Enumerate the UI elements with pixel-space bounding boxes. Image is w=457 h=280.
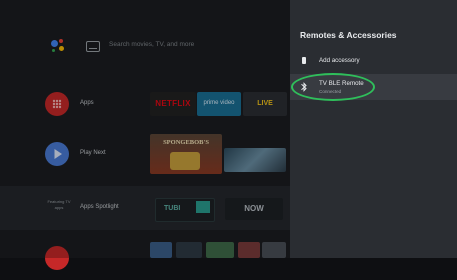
play-next-row-label: Play Next — [80, 150, 106, 156]
bottom-tile-5[interactable] — [262, 242, 286, 258]
apps-spotlight-row-label: Apps Spotlight — [80, 204, 119, 210]
play-next-tile-2[interactable] — [224, 148, 286, 172]
spongebob-title: SPONGEBOB'S — [163, 139, 209, 146]
netflix-tile[interactable]: NETFLIX — [150, 92, 196, 116]
tubi-logo: TUBI — [164, 205, 181, 212]
apps-spotlight-row: Featuring TV apps Apps Spotlight TUBI NO… — [0, 186, 290, 230]
google-assistant-icon[interactable] — [50, 38, 66, 54]
search-bar[interactable]: Search movies, TV, and more — [8, 26, 290, 68]
bottom-tile-1[interactable] — [150, 242, 172, 258]
play-next-row: Play Next SPONGEBOB'S — [0, 132, 290, 176]
apps-spotlight-icon-text: Featuring TV apps — [47, 199, 71, 210]
prime-video-tile[interactable]: prime video — [197, 92, 241, 116]
now-tile[interactable]: NOW — [225, 198, 283, 220]
keyboard-icon[interactable] — [86, 41, 100, 52]
bottom-row — [0, 236, 290, 280]
spongebob-artwork — [170, 152, 200, 170]
now-logo: NOW — [244, 204, 264, 213]
bottom-tile-3[interactable] — [206, 242, 234, 258]
highlight-ring — [291, 73, 375, 101]
play-next-icon[interactable] — [45, 142, 69, 166]
remotes-accessories-panel: Remotes & Accessories Add accessory TV B… — [290, 0, 457, 258]
spongebob-tile[interactable]: SPONGEBOB'S — [150, 134, 222, 174]
home-screen: Search movies, TV, and more Apps NETFLIX… — [0, 0, 290, 270]
add-accessory-item[interactable]: Add accessory — [290, 48, 457, 74]
apps-grid-icon[interactable] — [45, 92, 69, 116]
live-channels-logo: LIVE — [257, 100, 273, 107]
bottom-tile-2[interactable] — [176, 242, 202, 258]
apps-row-label: Apps — [80, 100, 94, 106]
add-accessory-label: Add accessory — [319, 57, 360, 64]
remote-icon — [302, 57, 306, 64]
tubi-tile[interactable]: TUBI — [155, 198, 215, 222]
panel-title: Remotes & Accessories — [300, 30, 397, 40]
live-channels-tile[interactable]: LIVE — [243, 92, 287, 116]
bottom-tile-4[interactable] — [238, 242, 260, 258]
prime-video-logo: prime video — [203, 100, 235, 106]
apps-row: Apps NETFLIX prime video LIVE — [0, 82, 290, 126]
netflix-logo: NETFLIX — [155, 99, 191, 108]
youtube-icon[interactable] — [45, 246, 69, 270]
search-placeholder[interactable]: Search movies, TV, and more — [109, 41, 194, 48]
